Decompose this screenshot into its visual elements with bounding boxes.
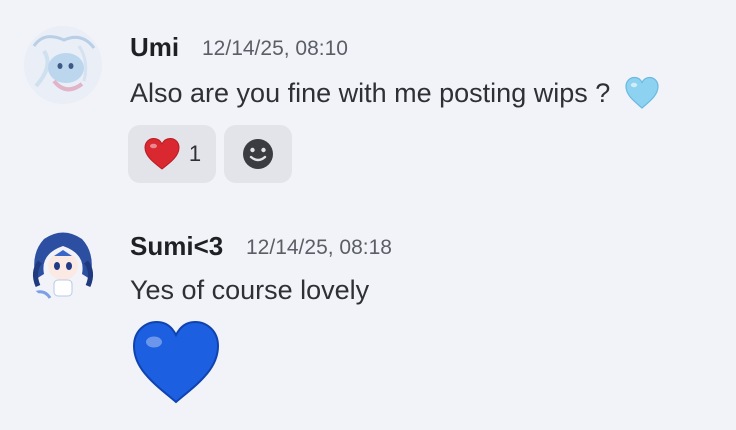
message-content: Also are you fine with me posting wips ? bbox=[130, 76, 660, 117]
avatar-sumi-image bbox=[24, 224, 102, 302]
light-blue-heart-emoji bbox=[624, 76, 660, 117]
reaction-red-heart[interactable]: 1 bbox=[128, 125, 216, 183]
message-sumi: Sumi<3 12/14/25, 08:18 Yes of course lov… bbox=[0, 200, 736, 430]
message-text: Also are you fine with me posting wips ? bbox=[130, 78, 611, 108]
smiley-add-reaction-icon bbox=[241, 137, 275, 171]
avatar-umi[interactable] bbox=[24, 26, 102, 104]
red-heart-emoji bbox=[143, 137, 181, 171]
avatar-umi-image bbox=[24, 26, 102, 104]
author-name[interactable]: Sumi<3 bbox=[130, 231, 223, 262]
avatar-sumi[interactable] bbox=[24, 224, 102, 302]
add-reaction-button[interactable] bbox=[224, 125, 292, 183]
reaction-count: 1 bbox=[188, 141, 202, 166]
blue-heart-emoji bbox=[130, 318, 222, 411]
message-timestamp: 12/14/25, 08:10 bbox=[202, 37, 348, 60]
message-text: Yes of course lovely bbox=[130, 275, 370, 305]
message-umi: Umi 12/14/25, 08:10 Also are you fine wi… bbox=[0, 0, 736, 200]
message-timestamp: 12/14/25, 08:18 bbox=[246, 236, 392, 259]
author-name[interactable]: Umi bbox=[130, 32, 179, 63]
